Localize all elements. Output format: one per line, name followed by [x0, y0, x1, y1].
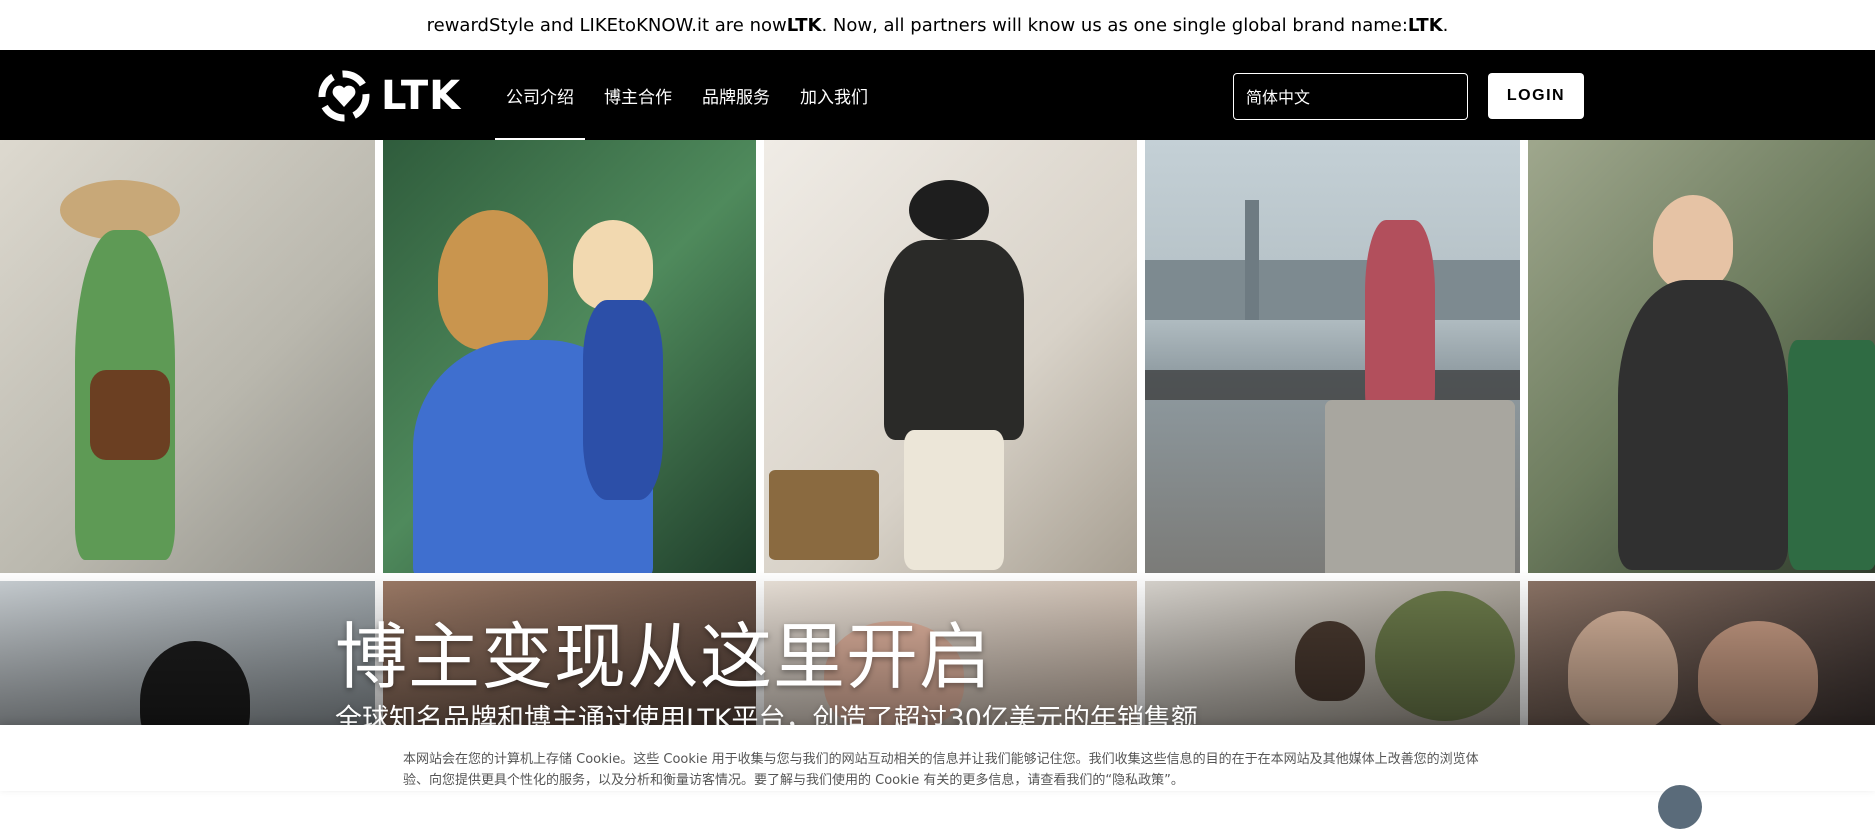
nav-creator-partnership[interactable]: 博主合作 — [593, 50, 683, 140]
announcement-bar: rewardStyle and LIKEtoKNOW.it are now LT… — [0, 0, 1875, 50]
cookie-banner-text: 本网站会在您的计算机上存储 Cookie。这些 Cookie 用于收集与您与我们… — [403, 752, 1479, 788]
nav-brand-services[interactable]: 品牌服务 — [691, 50, 781, 140]
hero-subtitle: 全球知名品牌和博主通过使用LTK平台，创造了超过30亿美元的年销售额 — [335, 704, 1198, 725]
announcement-brand-1: LTK — [786, 14, 822, 36]
hero-photo-2 — [383, 140, 756, 573]
primary-menu: 公司介绍 博主合作 品牌服务 加入我们 — [495, 50, 887, 140]
hero-photo-3 — [764, 140, 1137, 573]
hero-photo-5 — [1528, 140, 1875, 573]
hero-photo-4 — [1145, 140, 1520, 573]
announcement-text-2: . Now, all partners will know us as one … — [821, 14, 1408, 36]
nav-join-us[interactable]: 加入我们 — [789, 50, 879, 140]
nav-company-intro[interactable]: 公司介绍 — [495, 50, 585, 140]
chat-widget-icon[interactable] — [1658, 785, 1702, 829]
ltk-logo[interactable]: LTK — [317, 69, 461, 123]
login-button[interactable]: LOGIN — [1488, 73, 1584, 119]
announcement-text-3: . — [1442, 14, 1449, 36]
cookie-banner: 本网站会在您的计算机上存储 Cookie。这些 Cookie 用于收集与您与我们… — [0, 725, 1875, 791]
announcement-brand-2: LTK — [1407, 14, 1443, 36]
logo-text: LTK — [381, 73, 462, 119]
announcement-text-1: rewardStyle and LIKEtoKNOW.it are now — [426, 14, 787, 36]
main-navbar: LTK 公司介绍 博主合作 品牌服务 加入我们 — [0, 50, 1875, 140]
hero-title: 博主变现从这里开启 — [335, 615, 993, 699]
language-select[interactable]: 简体中文 — [1233, 73, 1468, 120]
hero-photo-1 — [0, 140, 375, 573]
ltk-heart-logo-icon — [318, 70, 370, 122]
hero-section: 博主变现从这里开启 全球知名品牌和博主通过使用LTK平台，创造了超过30亿美元的… — [0, 140, 1875, 725]
